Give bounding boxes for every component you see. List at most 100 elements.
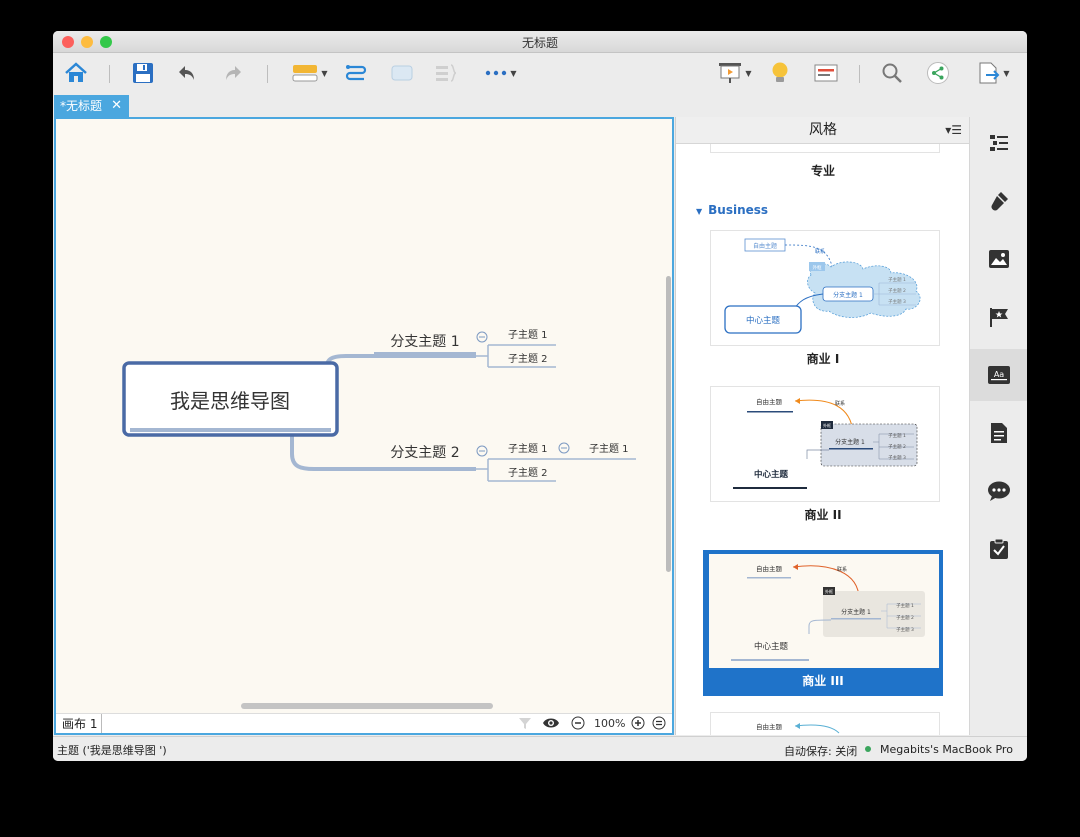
share-icon[interactable] — [925, 61, 951, 85]
status-bar: 主题 ('我是思维导图 ') 自动保存: 关闭 Megabits's MacBo… — [53, 736, 1027, 761]
home-icon[interactable] — [63, 61, 89, 85]
svg-text:子主题 1: 子主题 1 — [888, 276, 906, 283]
svg-text:自由主题: 自由主题 — [756, 397, 783, 406]
style-icon[interactable]: Aa — [970, 349, 1027, 401]
task-icon[interactable] — [970, 523, 1027, 575]
style-label-professional[interactable]: 专业 — [676, 162, 970, 179]
presentation-icon[interactable]: ▼ — [713, 61, 757, 85]
eye-icon[interactable] — [542, 716, 560, 733]
style-thumb-business-1[interactable]: 自由主题 联系 外框 分支主题 1 子主题 1 子主题 2 子主题 3 中心主题 — [710, 230, 940, 346]
comment-icon[interactable] — [970, 465, 1027, 517]
svg-text:自由主题: 自由主题 — [753, 242, 777, 250]
disclosure-icon: ▼ — [696, 207, 703, 216]
filter-icon[interactable] — [518, 716, 532, 733]
connector-children-2 — [476, 458, 636, 482]
style-panel: 风格 ▾☰ 专业 ▼ Business 自由主题 联系 外框 分支主题 1 子主… — [675, 117, 970, 735]
svg-text:联系: 联系 — [815, 248, 825, 255]
save-icon[interactable] — [130, 61, 156, 85]
autosave-status[interactable]: 自动保存: 关闭 — [784, 743, 857, 759]
subtopic-2-2[interactable]: 子主题 2 — [508, 467, 548, 479]
boundary-icon[interactable] — [389, 61, 415, 85]
redo-icon[interactable] — [221, 61, 245, 85]
idea-icon[interactable] — [767, 61, 793, 85]
sheet-tab[interactable]: 画布 1 — [58, 714, 103, 733]
svg-text:子主题 3: 子主题 3 — [896, 626, 914, 633]
title-bar: 无标题 — [53, 31, 1027, 53]
svg-text:外框: 外框 — [823, 422, 831, 428]
style-label-business-1[interactable]: 商业 I — [676, 350, 970, 367]
svg-text:子主题 2: 子主题 2 — [888, 287, 906, 294]
branch-topic-2[interactable]: 分支主题 2 — [390, 445, 459, 461]
right-sidebar: Aa — [969, 117, 1027, 735]
horizontal-scrollbar[interactable] — [241, 703, 493, 709]
zoom-in-icon[interactable] — [631, 716, 645, 733]
style-thumb-business-3[interactable]: 自由主题 联系 外框 分支主题 1 子主题 1 子主题 2 子主题 3 中心主题 — [709, 554, 939, 668]
outliner-icon[interactable] — [813, 61, 839, 85]
svg-text:子主题 3: 子主题 3 — [888, 298, 906, 305]
summary-icon[interactable] — [433, 61, 459, 85]
tab-bar: *无标题 ✕ — [53, 93, 673, 117]
canvas-footer: 画布 1 100% — [56, 713, 672, 733]
style-thumb-business-2[interactable]: 自由主题 联系 外框 分支主题 1 子主题 1 子主题 2 子主题 3 中心主题 — [710, 386, 940, 502]
svg-text:分支主题 1: 分支主题 1 — [841, 608, 871, 616]
subtopic-1-1[interactable]: 子主题 1 — [508, 329, 548, 341]
svg-text:联系: 联系 — [835, 400, 845, 407]
svg-text:子主题 1: 子主题 1 — [896, 602, 914, 609]
svg-text:分支主题 1: 分支主题 1 — [835, 438, 865, 446]
topic-icon[interactable]: ▼ — [287, 61, 333, 85]
toolbar: ▼ ▼ ▼ ▼ — [53, 53, 1027, 93]
style-list: 专业 ▼ Business 自由主题 联系 外框 分支主题 1 子主题 1 子主… — [676, 144, 970, 735]
format-brush-icon[interactable] — [970, 175, 1027, 227]
zoom-level: 100% — [594, 717, 626, 730]
online-indicator-icon — [865, 746, 871, 752]
svg-text:中心主题: 中心主题 — [754, 469, 789, 480]
more-icon[interactable]: ▼ — [479, 61, 523, 85]
svg-text:外框: 外框 — [825, 588, 833, 594]
svg-text:分支主题 1: 分支主题 1 — [833, 291, 863, 299]
section-header-business[interactable]: ▼ Business — [696, 203, 768, 217]
panel-title: 风格 — [809, 122, 837, 138]
style-label-business-3[interactable]: 商业 III — [676, 672, 970, 689]
svg-text:自由主题: 自由主题 — [756, 564, 783, 573]
svg-text:联系: 联系 — [837, 566, 847, 573]
zoom-out-icon[interactable] — [571, 716, 585, 733]
svg-text:子主题 2: 子主题 2 — [896, 614, 914, 621]
svg-text:子主题 1: 子主题 1 — [888, 432, 906, 439]
svg-text:中心主题: 中心主题 — [754, 641, 789, 652]
relationship-icon[interactable] — [343, 61, 369, 85]
mindmap-diagram: 我是思维导图 分支主题 1 子主题 1 子主题 2 分支主题 2 子主题 1 子… — [122, 329, 636, 482]
subtopic-2-1[interactable]: 子主题 1 — [508, 443, 548, 455]
svg-text:子主题 3: 子主题 3 — [888, 454, 906, 461]
tab-label: *无标题 — [60, 99, 103, 113]
svg-text:Aa: Aa — [994, 370, 1004, 379]
svg-text:外框: 外框 — [813, 264, 822, 271]
panel-header: 风格 ▾☰ — [676, 117, 970, 144]
export-icon[interactable]: ▼ — [971, 61, 1017, 85]
subtopic-1-2[interactable]: 子主题 2 — [508, 353, 548, 365]
connector-branch-1 — [324, 354, 476, 372]
central-topic-text: 我是思维导图 — [170, 389, 290, 413]
status-selection: 主题 ('我是思维导图 ') — [57, 744, 167, 757]
notes-icon[interactable] — [970, 407, 1027, 459]
flag-icon[interactable] — [970, 291, 1027, 343]
vertical-scrollbar[interactable] — [666, 276, 671, 572]
device-name: Megabits's MacBook Pro — [880, 743, 1013, 756]
document-tab[interactable]: *无标题 ✕ — [54, 95, 129, 117]
undo-icon[interactable] — [175, 61, 199, 85]
svg-text:中心主题: 中心主题 — [746, 315, 781, 326]
subtopic-2-1-1[interactable]: 子主题 1 — [589, 443, 629, 455]
mindmap-canvas[interactable]: 我是思维导图 分支主题 1 子主题 1 子主题 2 分支主题 2 子主题 1 子… — [54, 117, 674, 735]
image-icon[interactable] — [970, 233, 1027, 285]
outline-icon[interactable] — [970, 117, 1027, 169]
branch-topic-1[interactable]: 分支主题 1 — [390, 334, 459, 350]
svg-text:子主题 2: 子主题 2 — [888, 443, 906, 450]
app-window: 无标题 ▼ ▼ ▼ ▼ *无标题 ✕ 我是思维导图 分支主题 1 子主题 1 子… — [53, 31, 1027, 761]
style-label-business-2[interactable]: 商业 II — [676, 506, 970, 523]
svg-text:自由主题: 自由主题 — [756, 722, 783, 731]
close-tab-icon[interactable]: ✕ — [111, 95, 122, 117]
search-icon[interactable] — [879, 61, 905, 85]
style-thumb-next[interactable]: 自由主题 联系 — [710, 712, 940, 735]
window-title: 无标题 — [521, 36, 558, 50]
panel-menu-icon[interactable]: ▾☰ — [945, 117, 962, 143]
fit-icon[interactable] — [652, 716, 666, 733]
